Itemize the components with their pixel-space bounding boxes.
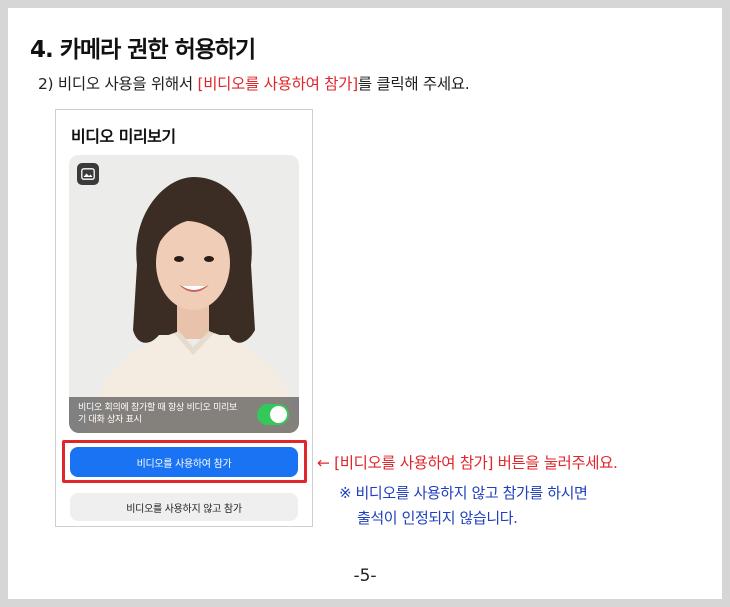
video-preview-dialog: 비디오 미리보기 비디오 회의에 참가할 때 항상 비디오 미리보기 대화 상자… (55, 109, 313, 527)
instruction-highlight: [비디오를 사용하여 참가] (197, 75, 358, 93)
dialog-title: 비디오 미리보기 (71, 127, 176, 146)
toggle-knob (270, 406, 287, 423)
callout-text: ← [비디오를 사용하여 참가] 버튼을 눌러주세요. (317, 454, 618, 472)
manual-page: 4. 카메라 권한 허용하기 2) 비디오 사용을 위해서 [비디오를 사용하여… (8, 8, 722, 599)
instruction-suffix: 를 클릭해 주세요. (357, 75, 470, 93)
note-line-2: 출석이 인정되지 않습니다. (357, 509, 518, 527)
highlight-box (62, 440, 307, 483)
join-without-video-button[interactable]: 비디오를 사용하지 않고 참가 (70, 493, 298, 521)
person-portrait (69, 155, 299, 433)
attendance-note: ※ 비디오를 사용하지 않고 참가를 하시면 출석이 인정되지 않습니다. (339, 481, 588, 531)
always-show-preview-label: 비디오 회의에 참가할 때 항상 비디오 미리보기 대화 상자 표시 (78, 403, 238, 425)
instruction-text: 2) 비디오 사용을 위해서 [비디오를 사용하여 참가]를 클릭해 주세요. (38, 72, 470, 94)
image-icon[interactable] (77, 163, 99, 185)
page-number: -5- (353, 566, 377, 586)
note-line-1: ※ 비디오를 사용하지 않고 참가를 하시면 (339, 484, 588, 502)
section-heading: 4. 카메라 권한 허용하기 (30, 37, 256, 63)
camera-preview: 비디오 회의에 참가할 때 항상 비디오 미리보기 대화 상자 표시 (69, 155, 299, 433)
instruction-prefix: 2) 비디오 사용을 위해서 (38, 75, 198, 93)
preview-setting-bar: 비디오 회의에 참가할 때 항상 비디오 미리보기 대화 상자 표시 (69, 397, 299, 433)
always-show-preview-toggle[interactable] (257, 404, 289, 425)
